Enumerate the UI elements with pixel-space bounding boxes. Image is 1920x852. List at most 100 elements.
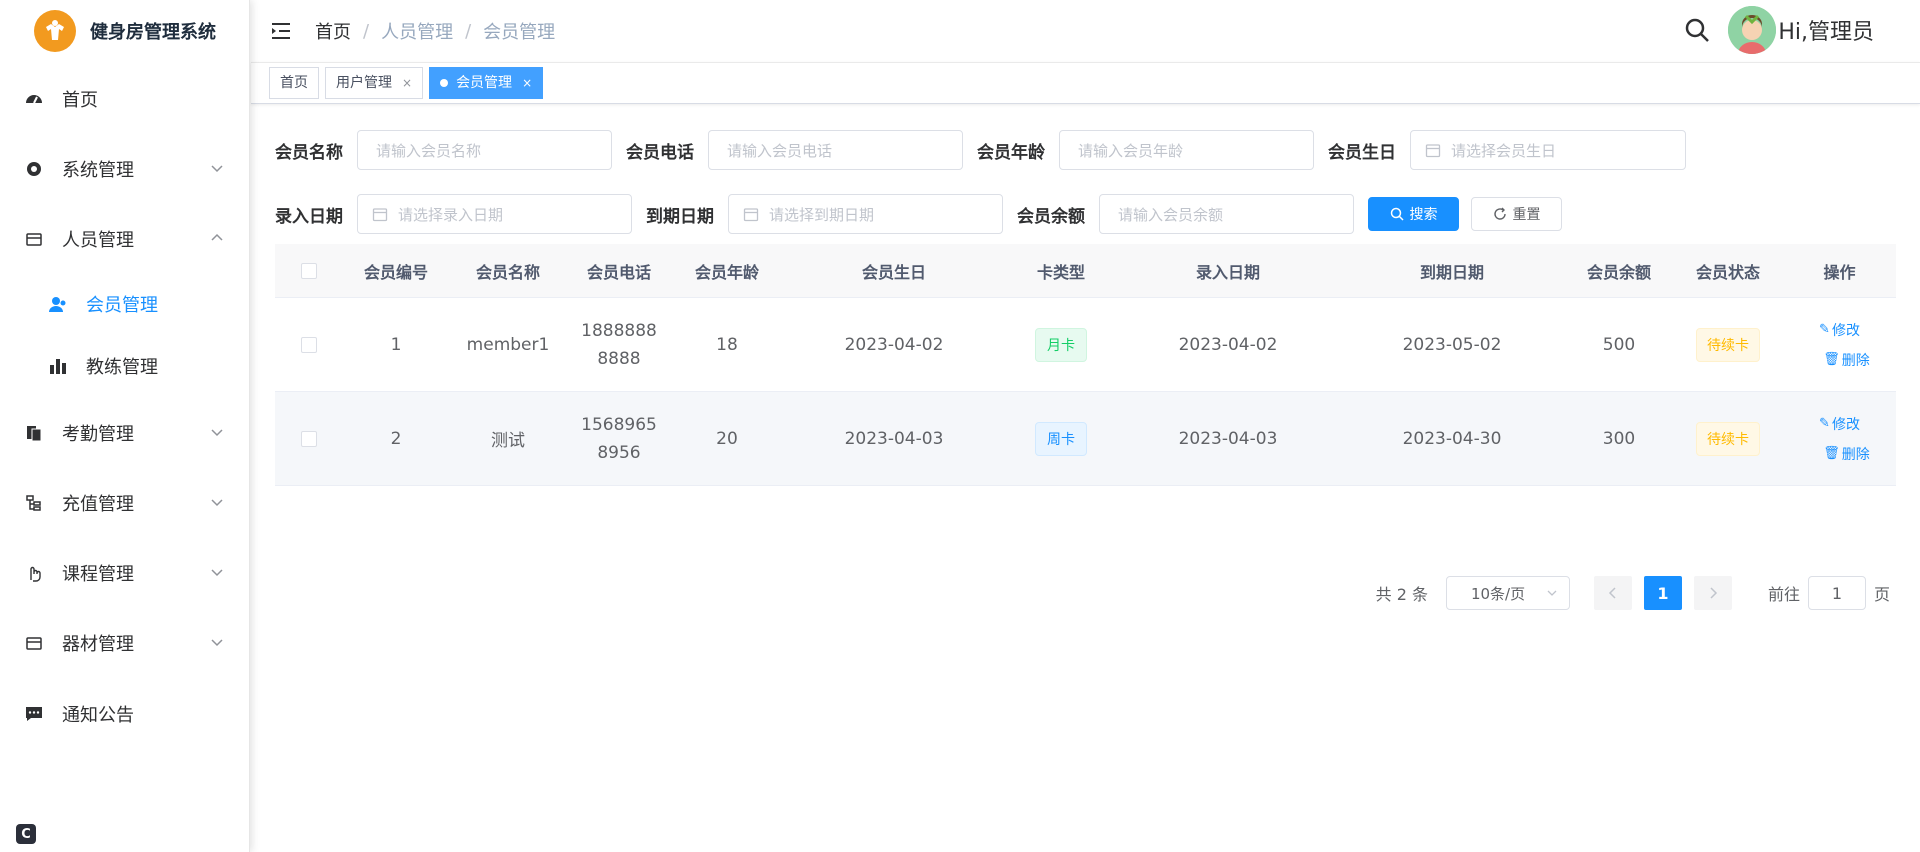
column-header: 卡类型 [1036,262,1085,282]
placeholder: 请输入会员名称 [376,141,482,160]
avatar[interactable] [1728,6,1777,54]
member-age: 18 [716,334,738,355]
card-type-tag: 周卡 [1035,421,1087,456]
search-button-label: 搜索 [1409,207,1438,223]
member-balance: 300 [1602,428,1636,449]
tab-member-management[interactable]: 会员管理 × [429,67,544,99]
breadcrumb-personnel: 人员管理 [381,22,454,43]
sidebar-item-label: 会员管理 [86,295,158,316]
member-phone-label: 会员电话 [626,142,694,163]
column-header: 操作 [1823,262,1856,282]
sidebar-item-personnel[interactable]: 人员管理 [0,211,250,267]
balance-input[interactable]: 请输入会员余额 [1099,194,1354,234]
sidebar-item-label: 课程管理 [62,564,134,585]
prev-page-button[interactable] [1593,576,1632,610]
sidebar-item-label: 教练管理 [86,357,158,378]
status-cell: 待续卡 [1673,421,1783,456]
sidebar-item-label: 器材管理 [62,634,134,655]
placeholder: 请输入会员年龄 [1078,141,1184,160]
page-number-1[interactable]: 1 [1643,576,1682,610]
sidebar-item-notices[interactable]: 通知公告 [0,686,250,742]
row-edit-link[interactable]: ✎ 修改 [1819,414,1860,434]
row-edit-label: 修改 [1831,322,1860,339]
sidebar-item-home[interactable]: 首页 [0,71,250,127]
page-size-value: 10条/页 [1470,584,1526,603]
search-icon [1390,207,1404,221]
pencil-icon: ✎ [1819,322,1830,337]
member-age-input[interactable]: 请输入会员年龄 [1059,130,1314,170]
search-button[interactable]: 搜索 [1368,197,1459,231]
sidebar-item-members[interactable]: 会员管理 [0,276,250,332]
status-badge: 待续卡 [1696,421,1760,456]
page-size-select[interactable]: 10条/页 [1445,576,1570,610]
expire-date-label: 到期日期 [646,206,714,227]
status-cell: 待续卡 [1673,327,1783,362]
logo[interactable]: 健身房管理系统 [0,0,249,62]
member-name-input[interactable]: 请输入会员名称 [357,130,612,170]
row-checkbox[interactable] [301,430,317,447]
app-title: 健身房管理系统 [90,22,216,43]
member-name: 测试 [491,431,525,451]
sidebar-item-recharge[interactable]: 充值管理 [0,475,250,531]
calendar-icon [24,633,44,653]
sidebar-item-label: 人员管理 [62,230,134,251]
placeholder: 请输入会员电话 [727,141,833,160]
sidebar-item-label: 考勤管理 [62,424,134,445]
entry-date-picker[interactable]: 请选择录入日期 [357,194,632,234]
sidebar-item-system[interactable]: 系统管理 [0,141,250,197]
pencil-icon: ✎ [1819,416,1830,431]
status-badge: 待续卡 [1696,327,1760,362]
placeholder: 请选择会员生日 [1451,141,1557,160]
clipboard-icon [24,423,44,443]
breadcrumb-separator: / [363,20,370,42]
chevron-down-icon [211,639,223,647]
dashboard-icon [24,89,44,109]
sidebar-item-label: 充值管理 [62,494,134,515]
sidebar-item-courses[interactable]: 课程管理 [0,545,250,601]
goto-page-input[interactable]: 1 [1807,576,1866,610]
calendar-icon [372,208,388,222]
table-row[interactable]: 2 测试 15689658956 20 2023-04-03 周卡 2023-0… [275,392,1896,486]
next-page-button[interactable] [1693,576,1732,610]
card-type-tag: 月卡 [1035,327,1087,362]
expire-date-picker[interactable]: 请选择到期日期 [728,194,1003,234]
select-all-checkbox[interactable] [301,262,317,279]
card-type-cell: 周卡 [1005,421,1117,456]
app-root: 健身房管理系统 首页 系统管理 人员管理 会员管理 教练管理 考勤管理 充值管理… [0,0,1920,852]
corner-c-icon[interactable]: C [16,824,36,844]
row-edit-label: 修改 [1831,416,1860,433]
sidebar-item-attendance[interactable]: 考勤管理 [0,405,250,461]
placeholder: 请输入会员余额 [1118,205,1224,224]
sidebar-item-coaches[interactable]: 教练管理 [0,338,250,394]
breadcrumb-home[interactable]: 首页 [315,18,351,44]
sidebar-item-equipment[interactable]: 器材管理 [0,615,250,671]
member-birthday: 2023-04-03 [844,428,944,449]
chevron-down-icon [211,429,223,437]
chevron-down-icon [211,165,223,173]
member-birthday-picker[interactable]: 请选择会员生日 [1410,130,1686,170]
close-icon[interactable]: × [522,68,532,98]
user-icon [48,294,68,314]
hand-icon [24,563,44,583]
tree-icon [24,493,44,513]
reset-button[interactable]: 重置 [1471,197,1562,231]
tab-label: 首页 [280,75,308,91]
table-row[interactable]: 1 member1 18888888888 18 2023-04-02 月卡 2… [275,298,1896,392]
select-all-cell [275,262,343,279]
tags-view: 首页 用户管理 × 会员管理 × [251,62,1920,104]
user-greeting[interactable]: Hi,管理员 [1778,14,1874,46]
calendar-icon [1425,144,1441,158]
tab-user-management[interactable]: 用户管理 × [325,67,424,99]
tab-home[interactable]: 首页 [269,67,319,99]
row-delete-link[interactable]: 🗑 删除 [1823,350,1870,370]
row-delete-link[interactable]: 🗑 删除 [1823,444,1870,464]
row-checkbox[interactable] [301,336,317,353]
search-icon[interactable] [1684,17,1710,43]
hamburger-icon[interactable] [271,21,291,41]
row-actions: ✎ 修改 🗑 删除 [1783,414,1896,464]
chevron-down-icon [211,499,223,507]
chevron-down-icon [1547,590,1557,596]
close-icon[interactable]: × [402,68,412,98]
row-edit-link[interactable]: ✎ 修改 [1819,320,1860,340]
member-phone-input[interactable]: 请输入会员电话 [708,130,963,170]
